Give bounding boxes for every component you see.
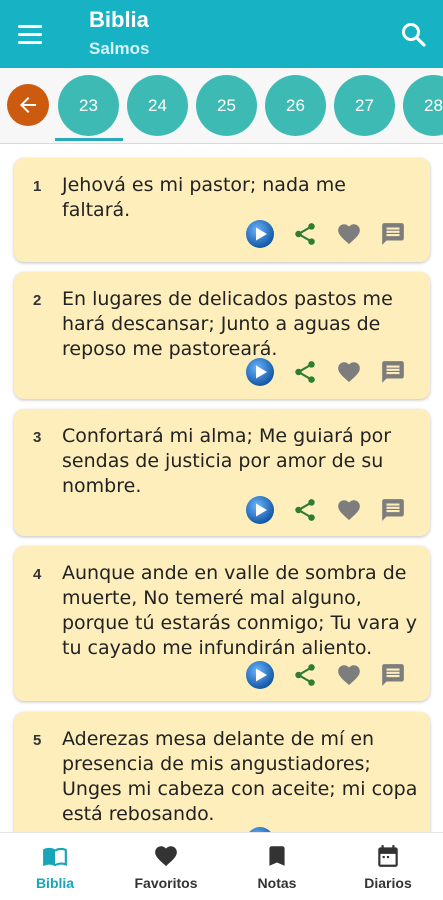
play-icon[interactable] xyxy=(245,357,275,387)
verse-number: 1 xyxy=(33,178,42,195)
book-icon xyxy=(43,847,67,867)
play-icon[interactable] xyxy=(245,660,275,690)
selected-chapter-indicator xyxy=(55,138,123,141)
verse-card: 2 En lugares de delicados pastos me hará… xyxy=(14,272,430,399)
nav-label: Biblia xyxy=(35,875,75,891)
chapter-chip[interactable]: 26 xyxy=(265,75,326,136)
bookmark-icon xyxy=(269,846,285,866)
note-icon[interactable] xyxy=(378,357,408,387)
verse-text: Aderezas mesa delante de mí en presencia… xyxy=(62,728,418,825)
search-icon[interactable] xyxy=(399,20,429,50)
calendar-icon xyxy=(378,845,398,867)
verse-actions xyxy=(246,660,416,690)
verse-number: 4 xyxy=(33,566,42,583)
note-icon[interactable] xyxy=(378,219,408,249)
chapter-chip[interactable]: 25 xyxy=(196,75,257,136)
verse-card: 5 Aderezas mesa delante de mí en presenc… xyxy=(14,712,430,832)
nav-diarios[interactable]: Diarios xyxy=(333,833,443,900)
verse-text: Jehová es mi pastor; nada me faltará. xyxy=(62,174,346,221)
app-bar: Biblia Salmos xyxy=(0,0,443,68)
share-icon[interactable] xyxy=(290,219,320,249)
arrow-left-icon xyxy=(20,97,36,113)
nav-label: Diarios xyxy=(364,875,412,891)
verse-actions xyxy=(246,219,416,249)
verse-card: 1 Jehová es mi pastor; nada me faltará. xyxy=(14,158,430,262)
verse-text: Confortará mi alma; Me guiará por sendas… xyxy=(62,425,392,497)
chapter-selector: 23 24 25 26 27 28 xyxy=(0,68,443,144)
chapter-chip[interactable]: 24 xyxy=(127,75,188,136)
heart-icon[interactable] xyxy=(334,357,364,387)
verse-number: 5 xyxy=(33,732,42,749)
bottom-navigation: Biblia Favoritos Notas Diarios xyxy=(0,832,443,900)
heart-icon[interactable] xyxy=(334,219,364,249)
play-icon[interactable] xyxy=(245,495,275,525)
app-title: Biblia xyxy=(89,7,149,32)
book-subtitle: Salmos xyxy=(89,39,150,58)
nav-favoritos[interactable]: Favoritos xyxy=(111,833,221,900)
back-button[interactable] xyxy=(7,84,49,126)
heart-icon xyxy=(155,846,177,867)
play-icon[interactable] xyxy=(245,219,275,249)
share-icon[interactable] xyxy=(290,660,320,690)
verse-list[interactable]: 1 Jehová es mi pastor; nada me faltará. … xyxy=(0,144,443,832)
share-icon[interactable] xyxy=(290,357,320,387)
verse-number: 3 xyxy=(33,429,42,446)
chapter-chip[interactable]: 27 xyxy=(334,75,395,136)
nav-label: Notas xyxy=(257,875,297,891)
verse-number: 2 xyxy=(33,292,42,309)
verse-card: 3 Confortará mi alma; Me guiará por send… xyxy=(14,409,430,536)
nav-notas[interactable]: Notas xyxy=(222,833,332,900)
chapter-chip[interactable]: 23 xyxy=(58,75,119,136)
heart-icon[interactable] xyxy=(334,495,364,525)
verse-card: 4 Aunque ande en valle de sombra de muer… xyxy=(14,546,430,701)
chapter-chip[interactable]: 28 xyxy=(403,75,443,136)
hamburger-icon[interactable] xyxy=(18,20,52,48)
note-icon[interactable] xyxy=(378,660,408,690)
nav-biblia[interactable]: Biblia xyxy=(0,833,110,900)
share-icon[interactable] xyxy=(290,495,320,525)
verse-actions xyxy=(246,495,416,525)
verse-actions xyxy=(246,357,416,387)
nav-label: Favoritos xyxy=(134,875,198,891)
verse-text: Aunque ande en valle de sombra de muerte… xyxy=(62,562,418,659)
heart-icon[interactable] xyxy=(334,660,364,690)
verse-text: En lugares de delicados pastos me hará d… xyxy=(62,288,393,360)
note-icon[interactable] xyxy=(378,495,408,525)
